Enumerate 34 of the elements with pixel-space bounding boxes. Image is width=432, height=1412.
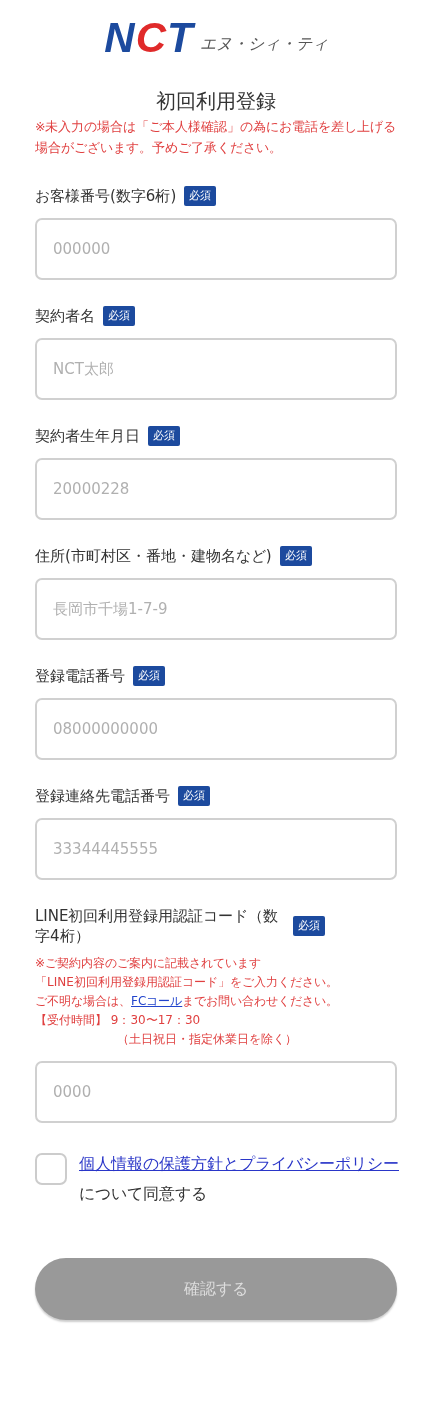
note-text: （土日祝日・指定休業日を除く）: [116, 1031, 298, 1048]
required-badge: 必須: [148, 426, 180, 446]
required-badge: 必須: [293, 916, 325, 936]
input-field[interactable]: NCT太郎: [35, 338, 397, 400]
required-badge: 必須: [178, 786, 210, 806]
field-label: お客様番号(数字6桁): [35, 186, 177, 206]
privacy-policy-link[interactable]: 個人情報の保護方針とプライバシーポリシー: [79, 1150, 399, 1179]
input-field[interactable]: 20000228: [35, 458, 397, 520]
consent-text: 個人情報の保護方針とプライバシーポリシー について同意する: [79, 1149, 399, 1208]
input-field[interactable]: 000000: [35, 218, 397, 280]
field-label: 契約者生年月日: [35, 426, 140, 446]
required-badge: 必須: [279, 546, 312, 566]
note-text: ※ご契約内容のご案内に記載されています: [35, 955, 263, 972]
input-field[interactable]: 長岡市千場1-7-9: [35, 578, 397, 640]
input-field[interactable]: 0000: [35, 1061, 397, 1123]
field-label: 契約者名: [35, 306, 95, 326]
page-title: 初回利用登録: [155, 88, 277, 114]
note-text: 【受付時間】 9：30〜17：30: [35, 1012, 202, 1029]
required-badge: 必須: [184, 186, 217, 206]
notice-text: ※未入力の場合は「ご本人様確認」の為にお電話を差し上げる場合がございます。予めご了承ください。: [35, 118, 397, 157]
logo: NCT: [104, 18, 194, 58]
required-badge: 必須: [133, 666, 165, 686]
field-label: 住所(市町村区・番地・建物名など): [35, 546, 272, 566]
note-text: ご不明な場合は、FCコールまでお問い合わせください。: [35, 993, 340, 1010]
input-field[interactable]: 08000000000: [35, 698, 397, 760]
field-label: 登録連絡先電話番号: [35, 786, 170, 806]
checkbox[interactable]: [35, 1153, 67, 1185]
fc-call-link[interactable]: FCコール: [131, 994, 183, 1008]
required-badge: 必須: [103, 306, 135, 326]
field-label: 登録電話番号: [35, 666, 125, 686]
logo-reading: エヌ・シィ・ティ: [199, 36, 328, 55]
field-label: LINE初回利用登録用認証コード（数字4桁）: [35, 906, 280, 946]
input-field[interactable]: 33344445555: [35, 818, 397, 880]
note-text: 「LINE初回利用登録用認証コード」をご入力ください。: [35, 974, 339, 991]
